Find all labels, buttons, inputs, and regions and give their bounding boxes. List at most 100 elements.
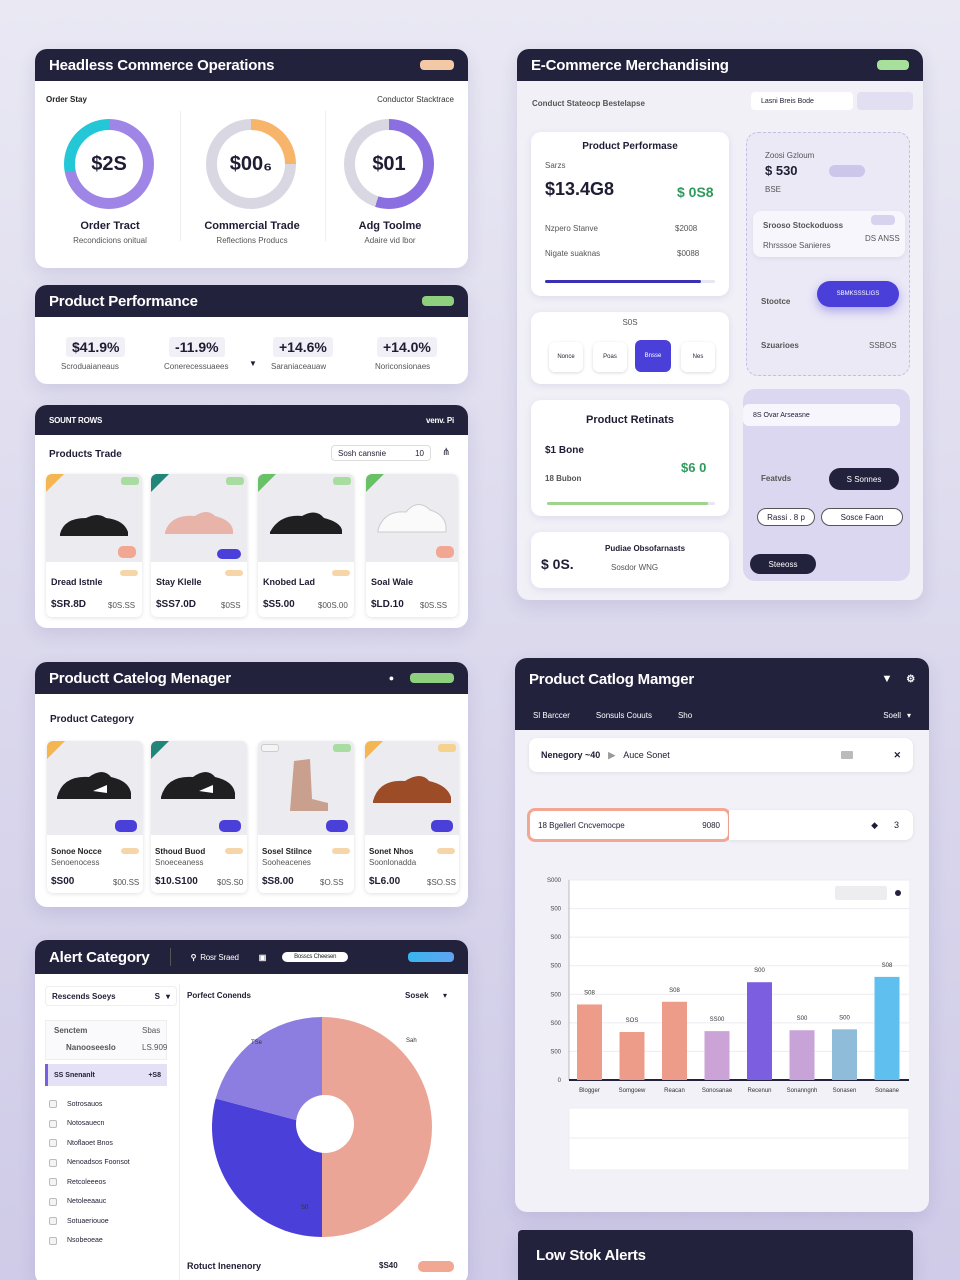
po-kpi: $ 0S. (541, 556, 574, 572)
checkbox[interactable] (49, 1178, 57, 1186)
add-button[interactable] (118, 546, 136, 558)
product-sub: Sooheacenes (262, 858, 311, 867)
alert-divider (169, 948, 171, 966)
trends-header: SOUNT ROWS venv. Pi (35, 405, 468, 435)
pager-page-3[interactable]: Nes (681, 342, 715, 372)
checkbox[interactable] (49, 1236, 57, 1245)
merch-po-panel: Pudiae Obsofarnasts $ 0S. Sosdor WNG (531, 532, 729, 588)
bar[interactable] (789, 1030, 815, 1080)
bar[interactable] (874, 976, 900, 1080)
chevron-down-icon[interactable]: ▾ (907, 711, 911, 720)
merch-bottom-button[interactable]: Steeoss (750, 554, 816, 574)
right-primary-button[interactable]: SBMKSSSLIGS (817, 281, 899, 307)
trends-header-right[interactable]: venv. Pi (426, 416, 454, 425)
close-icon[interactable]: ✕ (893, 750, 901, 761)
add-button[interactable] (115, 820, 137, 832)
alert-row-value: Sbas (142, 1026, 161, 1035)
add-button[interactable] (219, 820, 241, 832)
pager-page-1[interactable]: Poas (593, 342, 627, 372)
alert-active-row[interactable]: SS Snenanlt +S8 (45, 1064, 167, 1086)
chevron-down-icon[interactable]: ▼ (882, 673, 893, 685)
chevron-down-icon[interactable]: ▾ (443, 991, 447, 1000)
checkbox[interactable] (49, 1197, 57, 1206)
pin-icon[interactable]: ◆ (871, 820, 878, 831)
alert-list-item[interactable]: Notosauecn (49, 1118, 169, 1130)
alert-list-item[interactable]: Nenoadsos Foonsot (49, 1157, 169, 1169)
checkbox[interactable] (49, 1139, 57, 1147)
filter-icon[interactable]: ⋔ (442, 447, 450, 458)
tab-right[interactable]: Soell (883, 711, 901, 720)
bell-icon[interactable]: ● (389, 673, 394, 683)
tab-2[interactable]: Sho (678, 711, 692, 720)
shoe-icon (270, 512, 342, 534)
alert-list-item[interactable]: Sotuaeriouoe (49, 1215, 169, 1227)
ops-status-pill[interactable] (420, 60, 454, 70)
trends-item-3[interactable]: Soal Wale $LD.10 $0S.SS (366, 474, 458, 617)
catmgr-filter-input[interactable]: 18 Bgellerl Cncvemocpe 9080 (527, 808, 731, 842)
checkbox[interactable] (49, 1119, 57, 1128)
tab-1[interactable]: Sonsuls Couuts (596, 711, 652, 720)
right-chip-0[interactable]: Rassi . 8 p (757, 508, 815, 526)
bar[interactable] (619, 1032, 645, 1080)
right-toggle[interactable] (829, 165, 865, 177)
checkbox[interactable] (49, 1100, 57, 1108)
alert-list-header[interactable]: Rescends Soeys S ▾ (45, 986, 177, 1006)
catalog-item-0[interactable]: Sonoe Nocce Senoenocess $S00 $00.SS (47, 741, 143, 893)
trends-item-2[interactable]: Knobed Lad $S5.00 $00S.00 (258, 474, 354, 617)
alert-list-item[interactable]: Sotrosauos (49, 1098, 169, 1110)
merch-search-input[interactable]: Lasni Breis Bode (751, 92, 853, 110)
catmgr-filter-ext[interactable]: ◆ 3 (729, 810, 913, 840)
pie-title: Porfect Conends (187, 991, 252, 1000)
trends-item-1[interactable]: Stay Klelle $SS7.0D $0SS (151, 474, 247, 617)
bar[interactable] (662, 1001, 687, 1080)
bar[interactable] (747, 982, 772, 1080)
bar-value-label: S08 (584, 990, 595, 996)
alert-toggle[interactable]: Bosscs Cheesen (282, 952, 349, 962)
alert-list-item[interactable]: Ntoflaoet Bnos (49, 1137, 169, 1149)
catmgr-header: Product Catlog Mamger ▼ ⚙ (515, 658, 929, 700)
chevron-down-icon: ▾ (165, 991, 170, 1001)
checkbox[interactable] (49, 1217, 57, 1225)
merch-search-button[interactable] (857, 92, 913, 110)
right-dark-button[interactable]: S Sonnes (829, 468, 899, 490)
bar[interactable] (704, 1031, 730, 1080)
bar[interactable] (577, 1004, 602, 1080)
alert-list-item[interactable]: Nsobeoeae (49, 1235, 169, 1247)
right-small: BSE (765, 185, 782, 194)
catalog-item-2[interactable]: Sosel Stilnce Sooheacenes $S8.00 $O.SS (258, 741, 354, 893)
alert-footer-pill[interactable] (418, 1261, 454, 1272)
tab-0[interactable]: Sl Barccer (533, 711, 570, 720)
trends-search-input[interactable]: Sosh cansnie 10 (331, 445, 431, 461)
alert-search[interactable]: Rosr Sraed (200, 953, 239, 962)
alert-list-item[interactable]: Retcoleeeos (49, 1176, 169, 1188)
perf-kpi-2: +14.6% (273, 337, 333, 357)
catalog-item-1[interactable]: Sthoud Buod Snoeceaness $10.S100 $0S.S0 (151, 741, 247, 893)
alert-list-item[interactable]: Netoleeaauc (49, 1196, 169, 1208)
bar[interactable] (832, 1029, 857, 1080)
catalog-item-3[interactable]: Sonet Nhos Soonlonadda $L6.00 $SO.SS (365, 741, 459, 893)
checkbox[interactable] (49, 1158, 57, 1167)
perf-status-pill[interactable] (422, 296, 454, 306)
right-filter-input[interactable]: 8S Ovar Arseasne (743, 404, 900, 426)
merch-status-pill[interactable] (877, 60, 909, 70)
trends-item-0[interactable]: Dread Istnle $SR.8D $0S.SS (46, 474, 142, 617)
pie-right[interactable]: Sosek (405, 991, 429, 1000)
add-button[interactable] (431, 820, 453, 832)
pager-page-0[interactable]: Nonce (549, 342, 583, 372)
alert-status-pill[interactable] (408, 952, 454, 962)
pager-label: S0S (622, 318, 638, 327)
catmgr-tabbar: Sl Barccer Sonsuls Couuts Sho Soell ▾ (515, 700, 929, 730)
chevron-down-icon[interactable]: ▼ (249, 359, 257, 368)
add-button[interactable] (217, 549, 241, 559)
search-icon[interactable]: ⚲ (191, 953, 197, 962)
right-chip-1[interactable]: Sosce Faon (821, 508, 903, 526)
catmgr-search-input[interactable]: Nenegory ~40 ▶ Auce Sonet ✕ (529, 738, 913, 772)
add-button[interactable] (326, 820, 348, 832)
catalog-status-pill[interactable] (410, 673, 454, 683)
ops-left-label: Order Stay (46, 95, 87, 104)
pager-page-2[interactable]: Bnsse (635, 340, 671, 372)
settings-icon[interactable]: ⚙ (906, 674, 915, 685)
grid-icon[interactable] (841, 751, 854, 759)
add-button[interactable] (436, 546, 454, 558)
bookmark-icon[interactable]: ▣ (259, 953, 267, 962)
